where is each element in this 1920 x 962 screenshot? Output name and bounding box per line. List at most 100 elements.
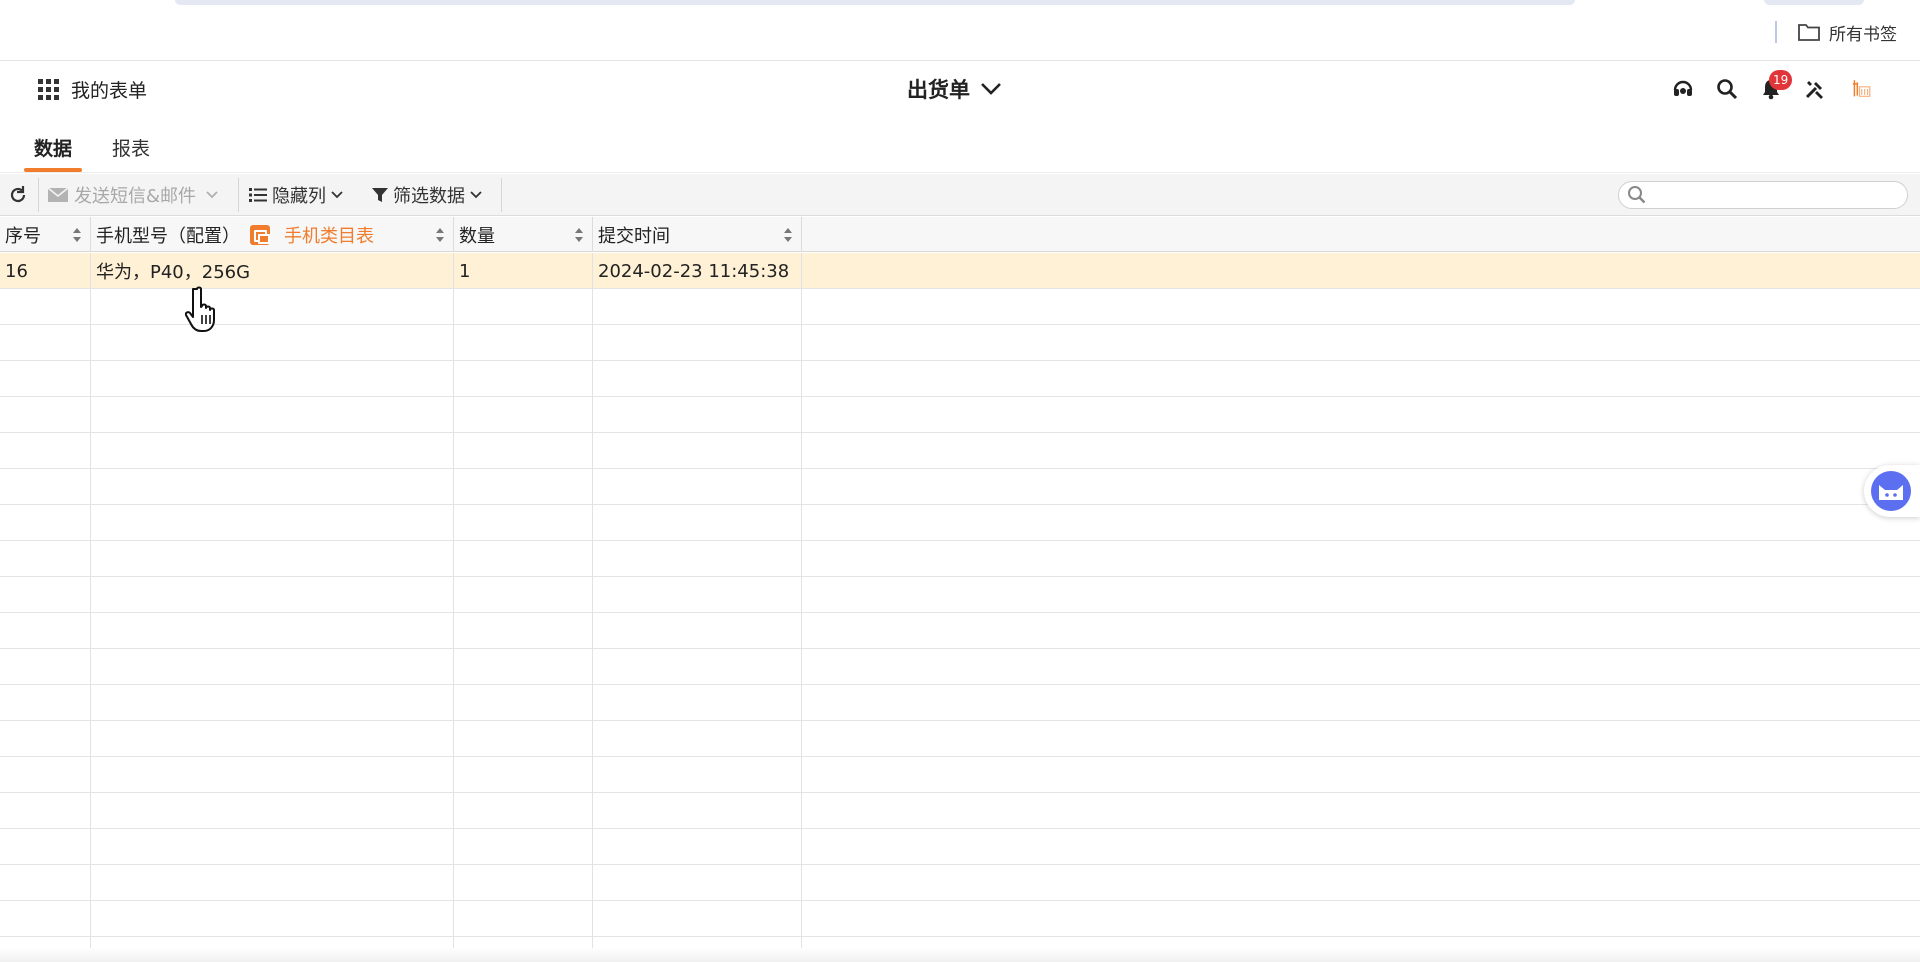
empty-cell	[454, 757, 593, 793]
tools-button[interactable]	[1802, 76, 1828, 102]
tabs-divider	[0, 172, 1920, 173]
empty-cell	[0, 829, 91, 865]
toolbar-separator	[238, 178, 239, 212]
empty-cell	[0, 325, 91, 361]
browser-control[interactable]	[1764, 0, 1864, 5]
hide-columns-button[interactable]: 隐藏列	[243, 174, 349, 216]
empty-cell	[0, 757, 91, 793]
empty-table-row	[0, 361, 1920, 397]
all-bookmarks-button[interactable]: 所有书签	[1797, 18, 1897, 46]
empty-cell	[454, 289, 593, 325]
table-search	[1618, 181, 1908, 209]
empty-cell	[0, 901, 91, 937]
empty-cell	[593, 613, 802, 649]
empty-cell	[0, 613, 91, 649]
my-forms-label: 我的表单	[71, 80, 148, 102]
empty-cell	[454, 649, 593, 685]
column-header-label: 序号	[5, 225, 41, 247]
column-header-serial[interactable]: 序号	[0, 217, 91, 252]
column-header-quantity[interactable]: 数量	[454, 217, 593, 252]
linked-table-label[interactable]: 手机类目表	[284, 222, 374, 248]
empty-cell	[593, 577, 802, 613]
empty-cell	[91, 433, 454, 469]
cell-phone-model[interactable]: 华为，P40，256G	[91, 253, 454, 289]
sort-icon	[784, 228, 792, 242]
empty-cell	[593, 541, 802, 577]
cell-quantity[interactable]: 1	[454, 253, 593, 289]
assistant-float-button[interactable]	[1864, 465, 1920, 517]
empty-cell	[454, 433, 593, 469]
refresh-button[interactable]	[2, 174, 34, 216]
search-button[interactable]	[1714, 76, 1740, 102]
empty-cell	[593, 469, 802, 505]
empty-cell	[454, 829, 593, 865]
empty-cell	[454, 397, 593, 433]
chevron-down-icon	[470, 191, 482, 199]
form-title-dropdown[interactable]: 出货单	[907, 74, 1002, 104]
empty-cell	[593, 793, 802, 829]
empty-cell	[454, 613, 593, 649]
tab-data[interactable]: 数据	[24, 128, 83, 172]
empty-cell	[91, 901, 454, 937]
hide-columns-label: 隐藏列	[272, 186, 326, 207]
envelope-icon	[47, 187, 69, 202]
toolbar-separator	[38, 178, 39, 212]
bookmark-divider	[1775, 21, 1777, 43]
empty-cell	[91, 325, 454, 361]
sort-icon	[575, 228, 583, 242]
empty-cell	[593, 397, 802, 433]
empty-cell	[91, 613, 454, 649]
data-table: 序号 手机型号（配置） 手机类目表 数量 提交时间 16 华为，P40，256G…	[0, 217, 1920, 962]
tab-report[interactable]: 报表	[102, 128, 160, 172]
empty-cell	[91, 577, 454, 613]
empty-cell	[91, 361, 454, 397]
horizontal-scrollbar[interactable]	[0, 948, 1920, 962]
empty-cell	[0, 361, 91, 397]
column-header-label: 手机型号（配置）	[96, 225, 240, 247]
table-search-input[interactable]	[1653, 186, 1907, 204]
cell-submit-time[interactable]: 2024-02-23 11:45:38	[593, 253, 802, 289]
empty-cell	[454, 505, 593, 541]
empty-cell	[91, 541, 454, 577]
empty-cell	[454, 793, 593, 829]
view-tabs: 数据 报表	[24, 128, 160, 172]
empty-cell	[593, 505, 802, 541]
empty-cell	[91, 469, 454, 505]
table-header: 序号 手机型号（配置） 手机类目表 数量 提交时间	[0, 217, 1920, 252]
table-row[interactable]: 16 华为，P40，256G 1 2024-02-23 11:45:38	[0, 253, 1920, 289]
empty-table-row	[0, 685, 1920, 721]
filter-data-button[interactable]: 筛选数据	[366, 174, 488, 216]
brand-logo-icon	[1852, 80, 1871, 97]
column-header-label: 提交时间	[598, 225, 670, 247]
cell-serial[interactable]: 16	[0, 253, 91, 289]
empty-cell	[0, 793, 91, 829]
notifications-button[interactable]: 19	[1758, 70, 1793, 102]
my-forms-button[interactable]: 我的表单	[38, 76, 147, 103]
address-bar[interactable]	[175, 0, 1575, 5]
empty-table-row	[0, 901, 1920, 937]
list-icon	[249, 188, 267, 202]
empty-table-row	[0, 649, 1920, 685]
empty-cell	[454, 469, 593, 505]
brand-logo[interactable]	[1846, 74, 1876, 104]
empty-table-row	[0, 577, 1920, 613]
column-header-label: 数量	[459, 225, 495, 247]
chevron-down-icon	[981, 83, 1001, 95]
empty-table-row	[0, 325, 1920, 361]
empty-table-row	[0, 613, 1920, 649]
empty-cell	[454, 901, 593, 937]
bookmark-bar: 所有书签	[0, 0, 1920, 61]
empty-cell	[0, 433, 91, 469]
support-button[interactable]	[1670, 76, 1696, 102]
sort-icon	[73, 228, 81, 242]
send-sms-email-button[interactable]: 发送短信&邮件	[41, 174, 225, 216]
data-toolbar: 发送短信&邮件 隐藏列 筛选数据	[0, 174, 1920, 216]
column-header-phone-model[interactable]: 手机型号（配置） 手机类目表	[91, 217, 454, 252]
app-header: 我的表单 出货单 19	[0, 62, 1920, 118]
headset-icon	[1673, 80, 1693, 96]
empty-cell	[593, 325, 802, 361]
column-header-submit-time[interactable]: 提交时间	[593, 217, 802, 252]
empty-cell	[454, 541, 593, 577]
empty-cell	[0, 541, 91, 577]
empty-table-row	[0, 505, 1920, 541]
